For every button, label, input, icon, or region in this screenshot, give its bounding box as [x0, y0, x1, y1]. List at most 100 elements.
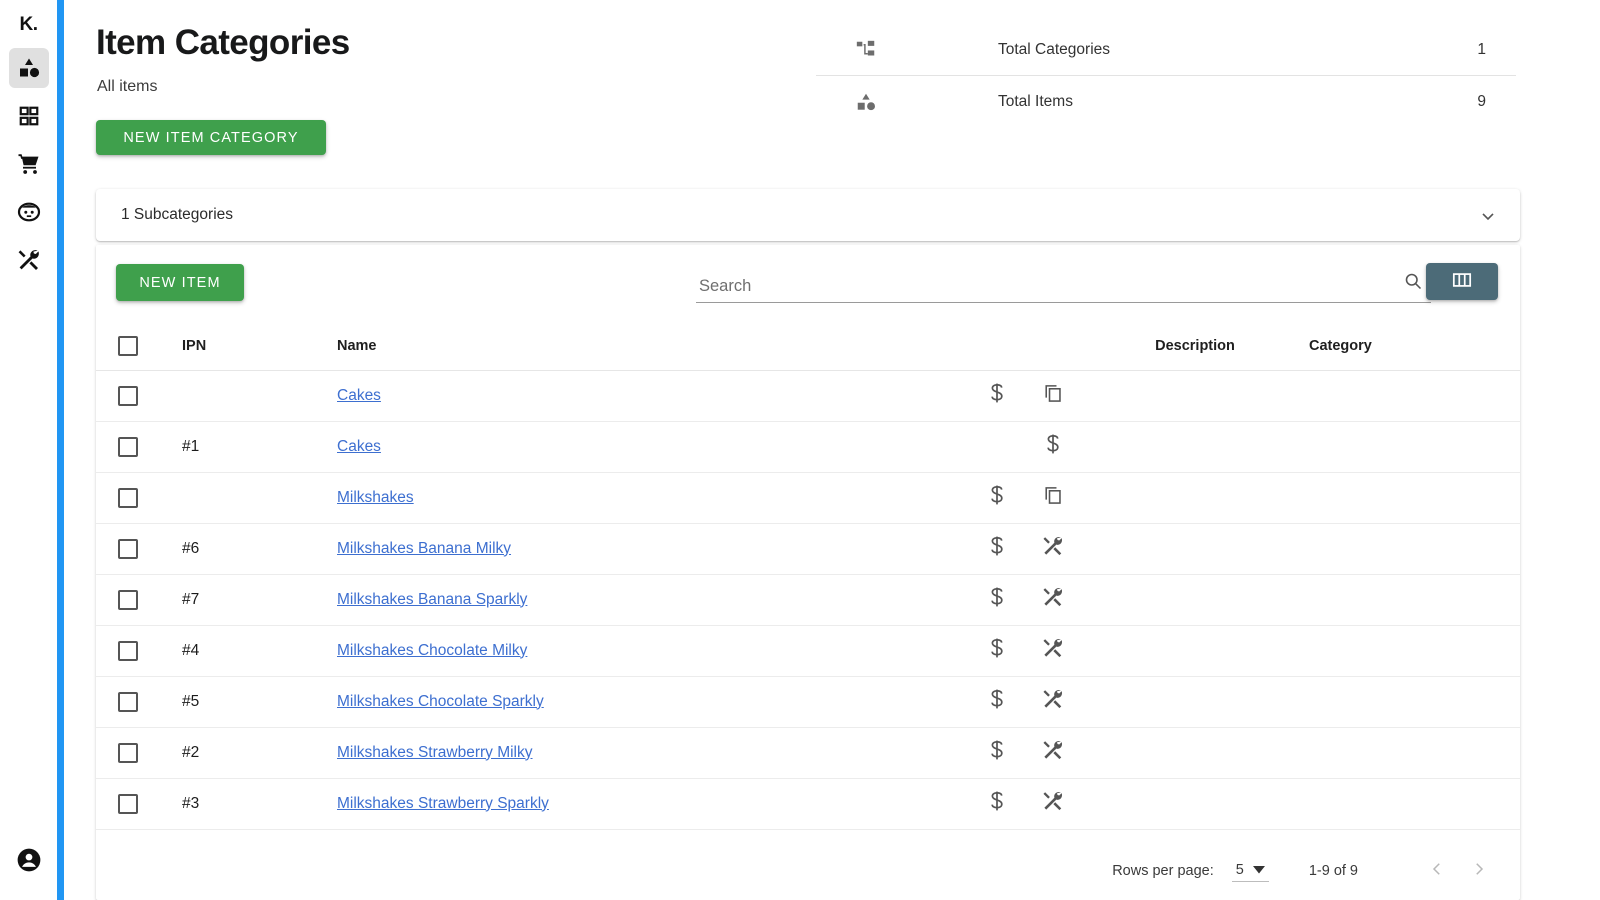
row-icon-slot-2	[1025, 625, 1081, 677]
row-icon-slot-2	[1025, 472, 1081, 524]
row-name-link[interactable]: Milkshakes Chocolate Milky	[329, 642, 527, 660]
row-name-link[interactable]: Cakes	[329, 438, 381, 456]
table-row[interactable]: #1 Cakes	[96, 421, 1520, 473]
table-row[interactable]: #2 Milkshakes Strawberry Milky	[96, 727, 1520, 779]
dollar-icon[interactable]	[987, 689, 1007, 714]
copy-icon[interactable]	[1042, 385, 1064, 408]
dollar-icon[interactable]	[987, 791, 1007, 816]
row-category	[1309, 523, 1520, 575]
search-container	[696, 267, 1431, 303]
tools-icon[interactable]	[1042, 638, 1064, 663]
table-row[interactable]: #4 Milkshakes Chocolate Milky	[96, 625, 1520, 677]
row-checkbox[interactable]	[118, 742, 138, 763]
table-row[interactable]: #3 Milkshakes Strawberry Sparkly	[96, 778, 1520, 830]
row-checkbox[interactable]	[118, 640, 138, 661]
row-checkbox[interactable]	[118, 487, 138, 508]
dollar-icon[interactable]	[1043, 434, 1063, 459]
sidebar-item-tools[interactable]	[9, 240, 49, 280]
row-name-link[interactable]: Milkshakes Strawberry Sparkly	[329, 795, 549, 813]
row-description	[1081, 421, 1309, 473]
row-select-cell	[96, 625, 174, 677]
row-name-link[interactable]: Milkshakes Banana Milky	[329, 540, 511, 558]
stat-label: Total Items	[998, 93, 1073, 110]
row-icon-slot-1	[969, 523, 1025, 575]
table-row[interactable]: #5 Milkshakes Chocolate Sparkly	[96, 676, 1520, 728]
new-item-button[interactable]: NEW ITEM	[116, 264, 244, 301]
new-item-category-button[interactable]: NEW ITEM CATEGORY	[96, 120, 326, 155]
row-checkbox[interactable]	[118, 793, 138, 814]
sidebar-item-dashboard[interactable]	[9, 96, 49, 136]
row-icon-slot-1	[969, 778, 1025, 830]
page-range-label: 1-9 of 9	[1308, 863, 1358, 879]
row-icon-slot-1	[969, 727, 1025, 779]
row-icon-slot-1	[969, 472, 1025, 524]
brand-logo: K.	[19, 14, 39, 35]
row-icon-slot-1	[969, 574, 1025, 626]
table-row[interactable]: #7 Milkshakes Banana Sparkly	[96, 574, 1520, 626]
column-header-category[interactable]: Category	[1309, 323, 1520, 371]
previous-page-button[interactable]	[1416, 860, 1458, 882]
stat-label: Total Categories	[998, 40, 1111, 58]
sidebar-item-orders[interactable]	[9, 144, 49, 184]
row-select-cell	[96, 370, 174, 422]
stat-row-total-items: Total Items 9	[816, 76, 1516, 128]
row-checkbox[interactable]	[118, 538, 138, 559]
row-category	[1309, 625, 1520, 677]
sidebar-item-customers[interactable]	[9, 192, 49, 232]
tools-icon[interactable]	[1042, 740, 1064, 765]
row-select-cell	[96, 727, 174, 779]
row-icon-slot-1	[969, 370, 1025, 422]
table-row[interactable]: #6 Milkshakes Banana Milky	[96, 523, 1520, 575]
search-icon[interactable]	[1403, 271, 1423, 296]
row-name-cell: Cakes	[329, 370, 969, 422]
row-description	[1081, 472, 1309, 524]
tools-icon[interactable]	[1042, 536, 1064, 561]
column-header-spacer-1	[969, 323, 1025, 371]
dashboard-icon	[18, 105, 40, 127]
dollar-icon[interactable]	[987, 638, 1007, 663]
row-ipn	[174, 472, 329, 524]
row-category	[1309, 778, 1520, 830]
row-name-link[interactable]: Milkshakes Chocolate Sparkly	[329, 693, 544, 711]
column-header-description[interactable]: Description	[1081, 323, 1309, 371]
row-name-cell: Cakes	[329, 421, 969, 473]
subcategories-accordion[interactable]: 1 Subcategories	[96, 189, 1520, 241]
row-ipn: #7	[174, 574, 329, 626]
row-icon-slot-2	[1025, 523, 1081, 575]
tools-icon[interactable]	[1042, 587, 1064, 612]
column-header-ipn[interactable]: IPN	[174, 323, 329, 371]
chevron-down-icon[interactable]	[1478, 206, 1498, 231]
row-checkbox[interactable]	[118, 385, 138, 406]
row-checkbox[interactable]	[118, 691, 138, 712]
row-category	[1309, 676, 1520, 728]
dollar-icon[interactable]	[987, 587, 1007, 612]
tools-icon[interactable]	[1042, 791, 1064, 816]
tools-icon[interactable]	[1042, 689, 1064, 714]
table-row[interactable]: Milkshakes	[96, 472, 1520, 524]
table-row[interactable]: Cakes	[96, 370, 1520, 422]
search-input[interactable]	[696, 277, 1386, 302]
row-checkbox[interactable]	[118, 589, 138, 610]
row-name-link[interactable]: Cakes	[329, 387, 381, 405]
sidebar-account[interactable]	[0, 847, 57, 878]
row-select-cell	[96, 778, 174, 830]
column-header-name[interactable]: Name	[329, 323, 969, 371]
row-name-link[interactable]: Milkshakes	[329, 489, 414, 507]
dollar-icon[interactable]	[987, 740, 1007, 765]
sidebar-item-categories[interactable]	[8, 48, 49, 88]
row-description	[1081, 574, 1309, 626]
row-checkbox[interactable]	[118, 436, 138, 457]
dollar-icon[interactable]	[987, 383, 1007, 408]
row-name-link[interactable]: Milkshakes Banana Sparkly	[329, 591, 527, 609]
copy-icon[interactable]	[1042, 487, 1064, 510]
row-name-link[interactable]: Milkshakes Strawberry Milky	[329, 744, 533, 762]
dollar-icon[interactable]	[987, 536, 1007, 561]
main-content: Item Categories All items NEW ITEM CATEG…	[64, 0, 1600, 900]
row-select-cell	[96, 574, 174, 626]
next-page-button[interactable]	[1458, 860, 1500, 882]
select-all-checkbox[interactable]	[118, 336, 138, 357]
rows-per-page-select[interactable]: 5	[1231, 860, 1269, 882]
table-head: IPN Name Description Category	[96, 323, 1520, 371]
column-visibility-button[interactable]	[1426, 263, 1498, 300]
dollar-icon[interactable]	[987, 485, 1007, 510]
